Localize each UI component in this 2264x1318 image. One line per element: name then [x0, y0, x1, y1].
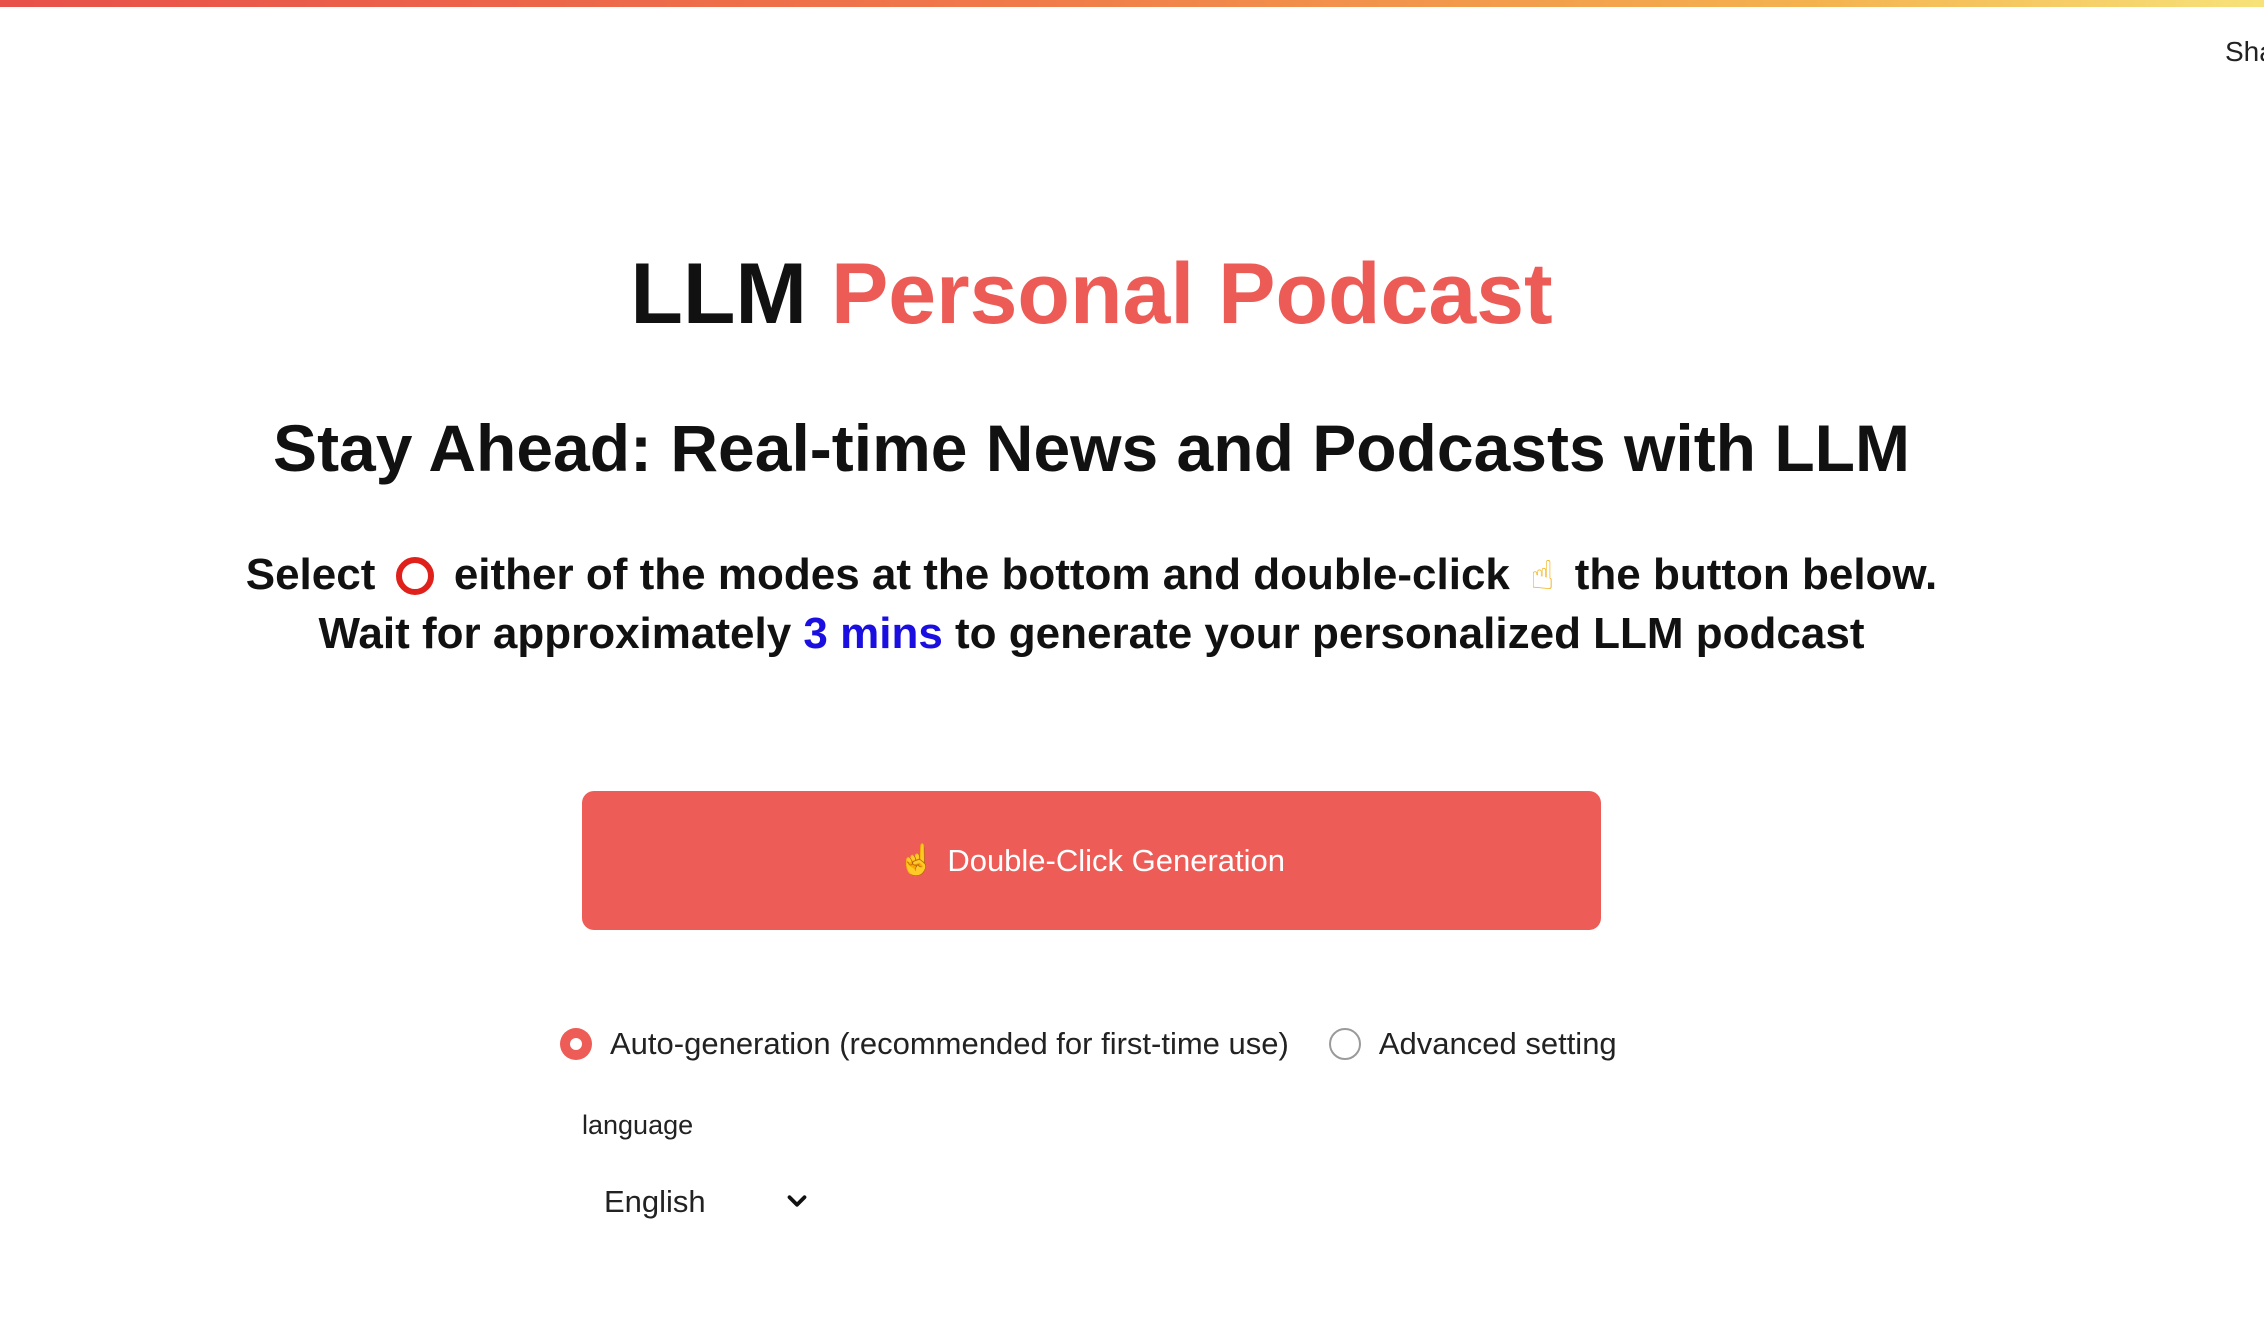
language-label: language — [582, 1110, 694, 1140]
generate-button-label: Double-Click Generation — [947, 842, 1286, 878]
wait-text: Wait for approximately — [318, 609, 804, 658]
instructions: Select either of the modes at the bottom… — [0, 546, 2183, 663]
page-title: LLM Personal Podcast — [0, 244, 2183, 344]
instruction-line-1: Select either of the modes at the bottom… — [0, 546, 2183, 605]
title-part-llm: LLM — [630, 246, 831, 342]
radio-auto-generation-label: Auto-generation (recommended for first-t… — [610, 1026, 1289, 1061]
radio-selected-icon[interactable] — [560, 1028, 592, 1060]
share-link[interactable]: Sha — [2225, 36, 2264, 68]
title-part-personal-podcast: Personal Podcast — [830, 246, 1553, 342]
instruction-end-text: the button below. — [1562, 550, 1938, 599]
language-select[interactable]: English — [582, 1172, 822, 1232]
mode-radio-group: Auto-generation (recommended for first-t… — [560, 1026, 1617, 1062]
instruction-line-2: Wait for approximately 3 mins to generat… — [0, 605, 2183, 663]
radio-auto-generation[interactable]: Auto-generation (recommended for first-t… — [560, 1026, 1289, 1062]
top-gradient-bar — [0, 0, 2264, 7]
chevron-down-icon — [787, 1195, 807, 1207]
wait-duration: 3 mins — [803, 609, 943, 658]
instruction-middle-text: either of the modes at the bottom and do… — [441, 550, 1523, 599]
double-click-generation-button[interactable]: ☝ Double-Click Generation — [582, 791, 1601, 930]
heavy-large-circle-icon — [395, 557, 434, 595]
language-selected-value: English — [604, 1184, 706, 1219]
radio-unselected-icon[interactable] — [1328, 1028, 1361, 1060]
pointing-hand-icon: ☝ — [897, 844, 936, 877]
wait-end-text: to generate your personalized LLM podcas… — [942, 609, 1865, 658]
instruction-select-text: Select — [245, 550, 388, 599]
pointing-hand-icon: ☝ — [1530, 554, 1555, 598]
radio-advanced-setting-label: Advanced setting — [1378, 1026, 1617, 1061]
page-subtitle: Stay Ahead: Real-time News and Podcasts … — [273, 411, 1910, 485]
radio-advanced-setting[interactable]: Advanced setting — [1328, 1026, 1617, 1062]
